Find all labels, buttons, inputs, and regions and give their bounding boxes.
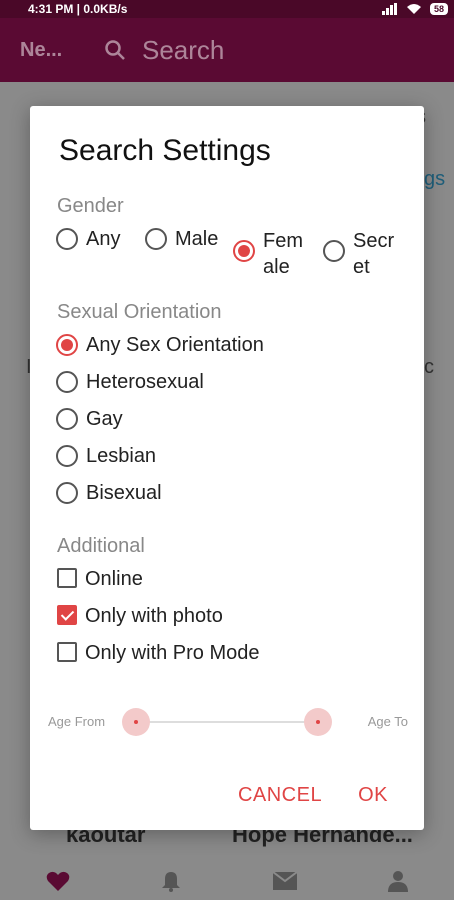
checkbox-box[interactable] [57, 605, 77, 625]
search-input[interactable]: Search [142, 35, 224, 66]
dialog-actions: CANCEL OK [238, 784, 388, 807]
radio-circle[interactable] [56, 445, 78, 467]
status-time: 4:31 PM | 0.0KB/s [28, 2, 128, 16]
orientation-heterosexual-radio[interactable]: Heterosexual [56, 371, 204, 393]
cancel-button[interactable]: CANCEL [238, 784, 322, 807]
radio-circle[interactable] [56, 228, 78, 250]
radio-label: Fem ale [263, 230, 303, 278]
age-to-label: Age To [367, 714, 408, 729]
pro-mode-checkbox[interactable]: Only with Pro Mode [57, 642, 260, 664]
radio-circle[interactable] [56, 371, 78, 393]
radio-label: Heterosexual [86, 371, 204, 393]
age-from-label: Age From [48, 714, 106, 729]
radio-label: Gay [86, 408, 123, 430]
radio-label: Secr et [353, 230, 395, 278]
radio-label: Any Sex Orientation [86, 334, 264, 356]
background-fragment: c [424, 356, 434, 378]
gender-label: Gender [57, 195, 124, 217]
background-link-fragment: gs [424, 168, 446, 190]
online-checkbox[interactable]: Online [57, 568, 143, 590]
checkbox-label: Online [85, 568, 143, 590]
status-icons: 58 [381, 3, 448, 15]
radio-label: Male [175, 228, 219, 250]
battery-indicator: 58 [429, 3, 448, 15]
gender-female-radio[interactable]: Fem ale [233, 228, 313, 280]
heart-icon[interactable] [46, 870, 70, 892]
dialog-title: Search Settings [59, 134, 271, 167]
radio-circle[interactable] [233, 240, 255, 262]
orientation-bisexual-radio[interactable]: Bisexual [56, 482, 162, 504]
orientation-gay-radio[interactable]: Gay [56, 408, 123, 430]
search-settings-dialog: Search Settings Gender Any Male Fem ale … [30, 106, 424, 830]
checkbox-label: Only with photo [85, 605, 223, 627]
orientation-lesbian-radio[interactable]: Lesbian [56, 445, 156, 467]
gender-any-radio[interactable]: Any [56, 228, 120, 250]
age-from-thumb[interactable] [122, 708, 150, 736]
bell-icon[interactable] [161, 870, 181, 892]
search-icon[interactable] [104, 39, 126, 61]
slider-track[interactable] [136, 721, 318, 723]
radio-circle[interactable] [145, 228, 167, 250]
ok-button[interactable]: OK [358, 784, 388, 807]
app-bar: Ne... Search [0, 18, 454, 82]
age-to-thumb[interactable] [304, 708, 332, 736]
age-range-slider: Age From Age To [48, 706, 408, 736]
orientation-any-radio[interactable]: Any Sex Orientation [56, 334, 264, 356]
checkbox-box[interactable] [57, 642, 77, 662]
mail-icon[interactable] [272, 872, 297, 890]
app-title[interactable]: Ne... [20, 39, 90, 62]
orientation-label: Sexual Orientation [57, 301, 222, 323]
bottom-nav [0, 862, 454, 900]
radio-label: Any [86, 228, 121, 250]
profile-icon[interactable] [388, 870, 409, 892]
radio-circle[interactable] [56, 482, 78, 504]
gender-secret-radio[interactable]: Secr et [323, 228, 403, 280]
radio-label: Lesbian [86, 445, 157, 467]
radio-circle[interactable] [56, 334, 78, 356]
additional-label: Additional [57, 535, 145, 557]
signal-icon [381, 3, 397, 15]
radio-label: Bisexual [86, 482, 162, 504]
radio-circle[interactable] [323, 240, 345, 262]
wifi-icon [406, 4, 421, 14]
radio-circle[interactable] [56, 408, 78, 430]
checkbox-box[interactable] [57, 568, 77, 588]
only-with-photo-checkbox[interactable]: Only with photo [57, 605, 223, 627]
gender-male-radio[interactable]: Male [145, 228, 218, 250]
status-bar: 4:31 PM | 0.0KB/s 58 [0, 0, 454, 18]
checkbox-label: Only with Pro Mode [85, 642, 260, 664]
